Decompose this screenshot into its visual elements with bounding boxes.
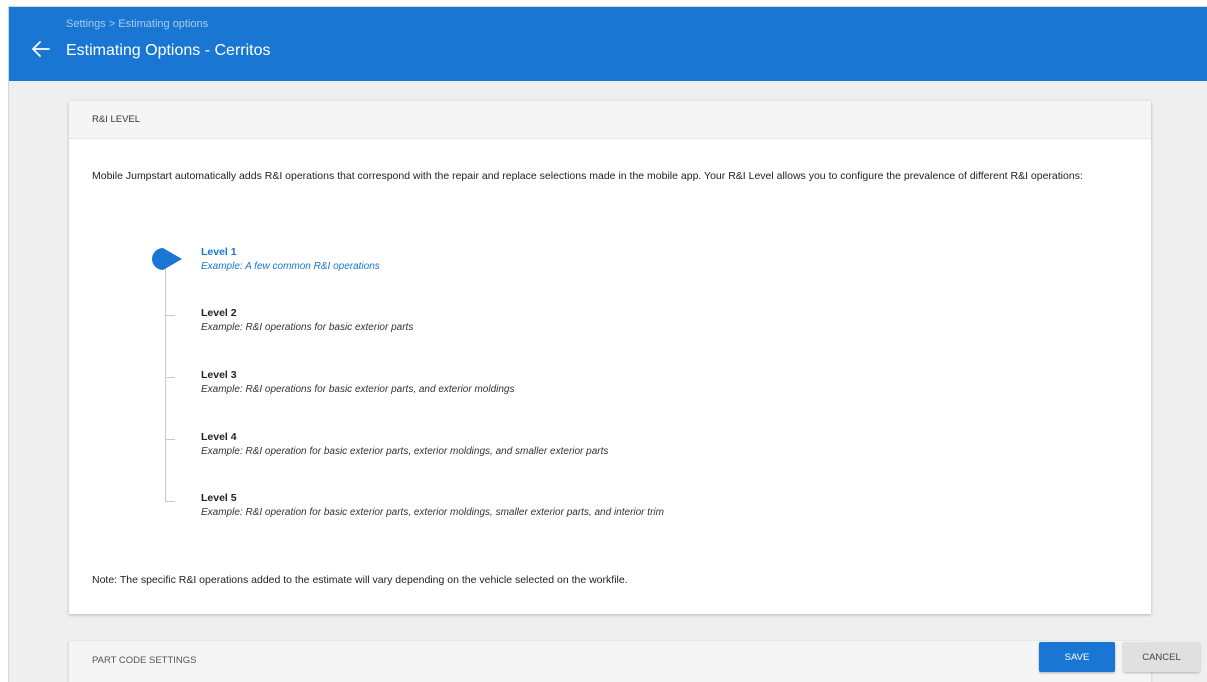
level-option-1[interactable]: Level 1 Example: A few common R&I operat… [201, 246, 380, 272]
part-code-settings-card: PART CODE SETTINGS [69, 641, 1151, 682]
rni-level-card: R&I LEVEL Mobile Jumpstart automatically… [69, 101, 1151, 614]
level-example: Example: R&I operation for basic exterio… [201, 507, 664, 518]
rni-level-heading: R&I LEVEL [69, 101, 1151, 139]
app-header: Settings > Estimating options Estimating… [9, 7, 1207, 81]
level-name: Level 5 [201, 492, 237, 504]
arrow-left-icon [32, 41, 50, 57]
level-slider-tick [165, 439, 175, 440]
level-example: Example: A few common R&I operations [201, 261, 380, 272]
level-option-5[interactable]: Level 5 Example: R&I operation for basic… [201, 492, 664, 518]
save-button[interactable]: SAVE [1039, 642, 1115, 672]
rni-intro-text: Mobile Jumpstart automatically adds R&I … [92, 170, 1083, 182]
level-example: Example: R&I operations for basic exteri… [201, 384, 515, 395]
level-name: Level 4 [201, 431, 237, 443]
cancel-button[interactable]: CANCEL [1123, 642, 1200, 672]
level-option-4[interactable]: Level 4 Example: R&I operation for basic… [201, 431, 608, 457]
level-name: Level 3 [201, 369, 237, 381]
back-button[interactable] [29, 37, 53, 61]
breadcrumb[interactable]: Settings > Estimating options [66, 18, 208, 30]
part-code-settings-heading: PART CODE SETTINGS [92, 655, 197, 666]
level-name: Level 1 [201, 246, 237, 258]
level-slider-tick [165, 377, 175, 378]
level-example: Example: R&I operations for basic exteri… [201, 322, 414, 333]
level-example: Example: R&I operation for basic exterio… [201, 446, 609, 457]
level-option-3[interactable]: Level 3 Example: R&I operations for basi… [201, 369, 514, 395]
rni-note: Note: The specific R&I operations added … [92, 574, 628, 586]
level-slider-handle[interactable] [152, 248, 182, 270]
page-title: Estimating Options - Cerritos [66, 42, 271, 59]
level-option-2[interactable]: Level 2 Example: R&I operations for basi… [201, 307, 413, 333]
level-name: Level 2 [201, 307, 237, 319]
level-slider-tick [165, 315, 175, 316]
level-slider-tick [165, 501, 175, 502]
app-frame: Settings > Estimating options Estimating… [8, 6, 1207, 682]
